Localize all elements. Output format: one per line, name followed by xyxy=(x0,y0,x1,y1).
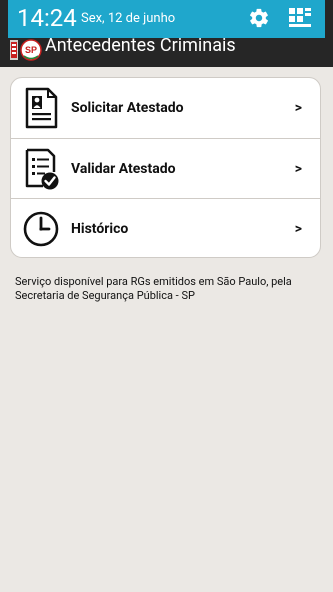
app-title: Antecedentes Criminais xyxy=(45,35,236,56)
menu-item-historico[interactable]: Histórico > xyxy=(11,198,320,257)
service-info-text: Serviço disponível para RGs emitidos em … xyxy=(15,275,292,302)
chevron-right-icon: > xyxy=(294,100,302,116)
status-date: Sex, 12 de junho xyxy=(81,11,176,26)
document-person-icon xyxy=(25,87,58,129)
menu-item-label: Solicitar Atestado xyxy=(71,100,184,116)
menu-item-validar-atestado[interactable]: Validar Atestado > xyxy=(11,138,320,199)
quick-settings-toggle-icon[interactable] xyxy=(289,8,311,28)
status-time: 14:24 xyxy=(17,4,77,32)
menu-item-label: Validar Atestado xyxy=(71,161,176,177)
settings-gear-icon[interactable] xyxy=(248,7,270,29)
menu-card: Solicitar Atestado > Validar Atestado > … xyxy=(10,77,321,258)
checklist-check-icon xyxy=(25,148,59,190)
svg-text:SP: SP xyxy=(25,45,37,55)
chevron-right-icon: > xyxy=(294,221,302,237)
menu-item-label: Histórico xyxy=(71,221,129,237)
clock-icon xyxy=(23,211,59,247)
status-bar: 14:24 Sex, 12 de junho xyxy=(8,0,325,38)
menu-item-solicitar-atestado[interactable]: Solicitar Atestado > xyxy=(11,78,320,138)
sp-logo-icon: SP xyxy=(10,39,42,61)
chevron-right-icon: > xyxy=(294,161,302,177)
